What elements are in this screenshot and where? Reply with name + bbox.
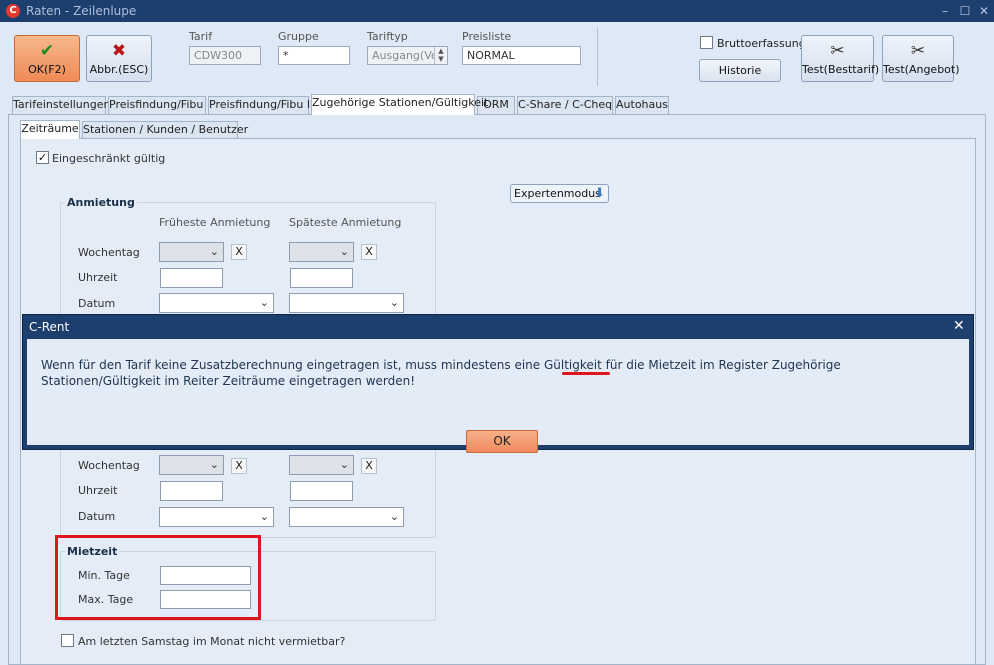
spaeteste-anmietung-header: Späteste Anmietung bbox=[289, 216, 402, 229]
dialog-message: Wenn für den Tarif keine Zusatzberechnun… bbox=[41, 358, 841, 388]
rueckgabe-uhrzeit-label: Uhrzeit bbox=[78, 484, 118, 497]
tab-preisfindung-fibu-1[interactable]: Preisfindung/Fibu I bbox=[108, 96, 210, 114]
chevron-down-icon: ⌄ bbox=[339, 245, 349, 258]
rueckgabe-frueheste-uhrzeit-input[interactable] bbox=[160, 481, 223, 501]
tab-zugehoerige-stationen[interactable]: Zugehörige Stationen/Gültigkeit bbox=[311, 94, 488, 115]
toolbar-divider bbox=[597, 28, 598, 86]
frueheste-wochentag-select[interactable]: ⌄ bbox=[159, 242, 224, 262]
ok-button-label: OK(F2) bbox=[28, 63, 66, 76]
preisliste-label: Preisliste bbox=[462, 30, 512, 43]
mietzeit-underline-annotation bbox=[562, 372, 610, 375]
subtab-zeitraeume[interactable]: Zeiträume bbox=[20, 120, 80, 139]
dialog-body: Wenn für den Tarif keine Zusatzberechnun… bbox=[27, 339, 969, 453]
historie-button[interactable]: Historie bbox=[699, 59, 781, 82]
frueheste-anmietung-header: Früheste Anmietung bbox=[159, 216, 271, 229]
uhrzeit-label: Uhrzeit bbox=[78, 271, 118, 284]
tab-preisfindung-fibu-2[interactable]: Preisfindung/Fibu II bbox=[208, 96, 313, 114]
check-icon: ✔ bbox=[39, 41, 55, 61]
tab-tarifeinstellungen[interactable]: Tarifeinstellungen bbox=[12, 96, 110, 114]
tools-icon: ✂ bbox=[910, 41, 926, 61]
gruppe-label: Gruppe bbox=[278, 30, 319, 43]
samstag-checkbox[interactable] bbox=[61, 634, 74, 647]
rueckgabe-datum-label: Datum bbox=[78, 510, 116, 523]
clear-spaeteste-wochentag-button[interactable]: X bbox=[361, 244, 377, 260]
rueckgabe-spaeteste-uhrzeit-input[interactable] bbox=[290, 481, 353, 501]
window-title-bar: C Raten - Zeilenlupe – ☐ ✕ bbox=[0, 0, 994, 22]
rueckgabe-frueheste-datum-select[interactable]: ⌄ bbox=[159, 507, 274, 527]
anmietung-title: Anmietung bbox=[65, 196, 137, 209]
dialog-ok-button[interactable]: OK bbox=[466, 430, 538, 453]
cancel-button-label: Abbr.(ESC) bbox=[89, 63, 149, 76]
ok-button[interactable]: ✔ OK(F2) bbox=[14, 35, 80, 82]
spinner-icon[interactable]: ▲ ▼ bbox=[434, 47, 447, 64]
chevron-down-icon: ⌄ bbox=[389, 510, 399, 523]
rueckgabe-spaeteste-wochentag-select[interactable]: ⌄ bbox=[289, 455, 354, 475]
test-besttarif-button[interactable]: ✂ Test(Besttarif) bbox=[801, 35, 880, 82]
mietzeit-highlight-box bbox=[55, 535, 261, 620]
x-icon: ✖ bbox=[111, 41, 127, 61]
maximize-icon[interactable]: ☐ bbox=[958, 4, 972, 18]
gruppe-field[interactable]: * bbox=[278, 46, 350, 65]
arrow-down-icon: ⬇ bbox=[594, 186, 605, 201]
tarif-label: Tarif bbox=[189, 30, 213, 43]
expertenmodus-button[interactable]: Expertenmodus ⬇ bbox=[510, 184, 609, 203]
chevron-down-icon: ⌄ bbox=[209, 245, 219, 258]
clear-rueckgabe-spaeteste-button[interactable]: X bbox=[361, 458, 377, 474]
tab-autohaus[interactable]: Autohaus bbox=[615, 96, 669, 114]
spaeteste-datum-select[interactable]: ⌄ bbox=[289, 293, 404, 313]
chevron-down-icon: ⌄ bbox=[209, 458, 219, 471]
frueheste-uhrzeit-input[interactable] bbox=[160, 268, 223, 288]
frueheste-datum-select[interactable]: ⌄ bbox=[159, 293, 274, 313]
tariftyp-value: Ausgang(Ver bbox=[372, 49, 443, 62]
chevron-down-icon: ⌄ bbox=[259, 510, 269, 523]
tariftyp-label: Tariftyp bbox=[367, 30, 408, 43]
close-icon[interactable]: ✕ bbox=[977, 4, 991, 18]
spaeteste-wochentag-select[interactable]: ⌄ bbox=[289, 242, 354, 262]
eingeschraenkt-label: Eingeschränkt gültig bbox=[52, 152, 166, 165]
cancel-button[interactable]: ✖ Abbr.(ESC) bbox=[86, 35, 152, 82]
samstag-label: Am letzten Samstag im Monat nicht vermie… bbox=[78, 635, 346, 648]
bruttoerfassung-label: Bruttoerfassung bbox=[717, 37, 806, 50]
dialog-close-icon[interactable]: ✕ bbox=[953, 318, 965, 334]
tools-icon: ✂ bbox=[830, 41, 845, 61]
toolbar: ✔ OK(F2) ✖ Abbr.(ESC) Tarif CDW300 Grupp… bbox=[0, 22, 994, 94]
preisliste-field[interactable]: NORMAL bbox=[462, 46, 581, 65]
bruttoerfassung-checkbox[interactable] bbox=[700, 36, 713, 49]
wochentag-label: Wochentag bbox=[78, 246, 140, 259]
tarif-field[interactable]: CDW300 bbox=[189, 46, 261, 65]
chevron-down-icon: ⌄ bbox=[339, 458, 349, 471]
tab-c-share[interactable]: C-Share / C-Cheq bbox=[517, 96, 613, 114]
app-logo-icon: C bbox=[6, 4, 20, 18]
clear-rueckgabe-frueheste-button[interactable]: X bbox=[231, 458, 247, 474]
rueckgabe-wochentag-label: Wochentag bbox=[78, 459, 140, 472]
datum-label: Datum bbox=[78, 297, 116, 310]
chevron-down-icon: ⌄ bbox=[259, 296, 269, 309]
clear-frueheste-wochentag-button[interactable]: X bbox=[231, 244, 247, 260]
window-title: Raten - Zeilenlupe bbox=[26, 4, 137, 18]
eingeschraenkt-checkbox[interactable]: ✓ bbox=[36, 151, 49, 164]
dialog-title: C-Rent bbox=[29, 320, 70, 334]
test-angebot-button[interactable]: ✂ Test(Angebot) bbox=[882, 35, 960, 82]
spaeteste-uhrzeit-input[interactable] bbox=[290, 268, 353, 288]
chevron-down-icon: ⌄ bbox=[389, 296, 399, 309]
subtab-stationen[interactable]: Stationen / Kunden / Benutzer bbox=[82, 121, 248, 139]
tariftyp-field[interactable]: Ausgang(Ver ▲ ▼ bbox=[367, 46, 448, 65]
expertenmodus-label: Expertenmodus bbox=[514, 187, 601, 200]
test-angebot-label: Test(Angebot) bbox=[883, 63, 960, 76]
minimize-icon[interactable]: – bbox=[938, 4, 952, 18]
test-besttarif-label: Test(Besttarif) bbox=[802, 63, 880, 76]
rueckgabe-spaeteste-datum-select[interactable]: ⌄ bbox=[289, 507, 404, 527]
message-dialog: C-Rent ✕ Wenn für den Tarif keine Zusatz… bbox=[22, 314, 974, 453]
rueckgabe-frueheste-wochentag-select[interactable]: ⌄ bbox=[159, 455, 224, 475]
